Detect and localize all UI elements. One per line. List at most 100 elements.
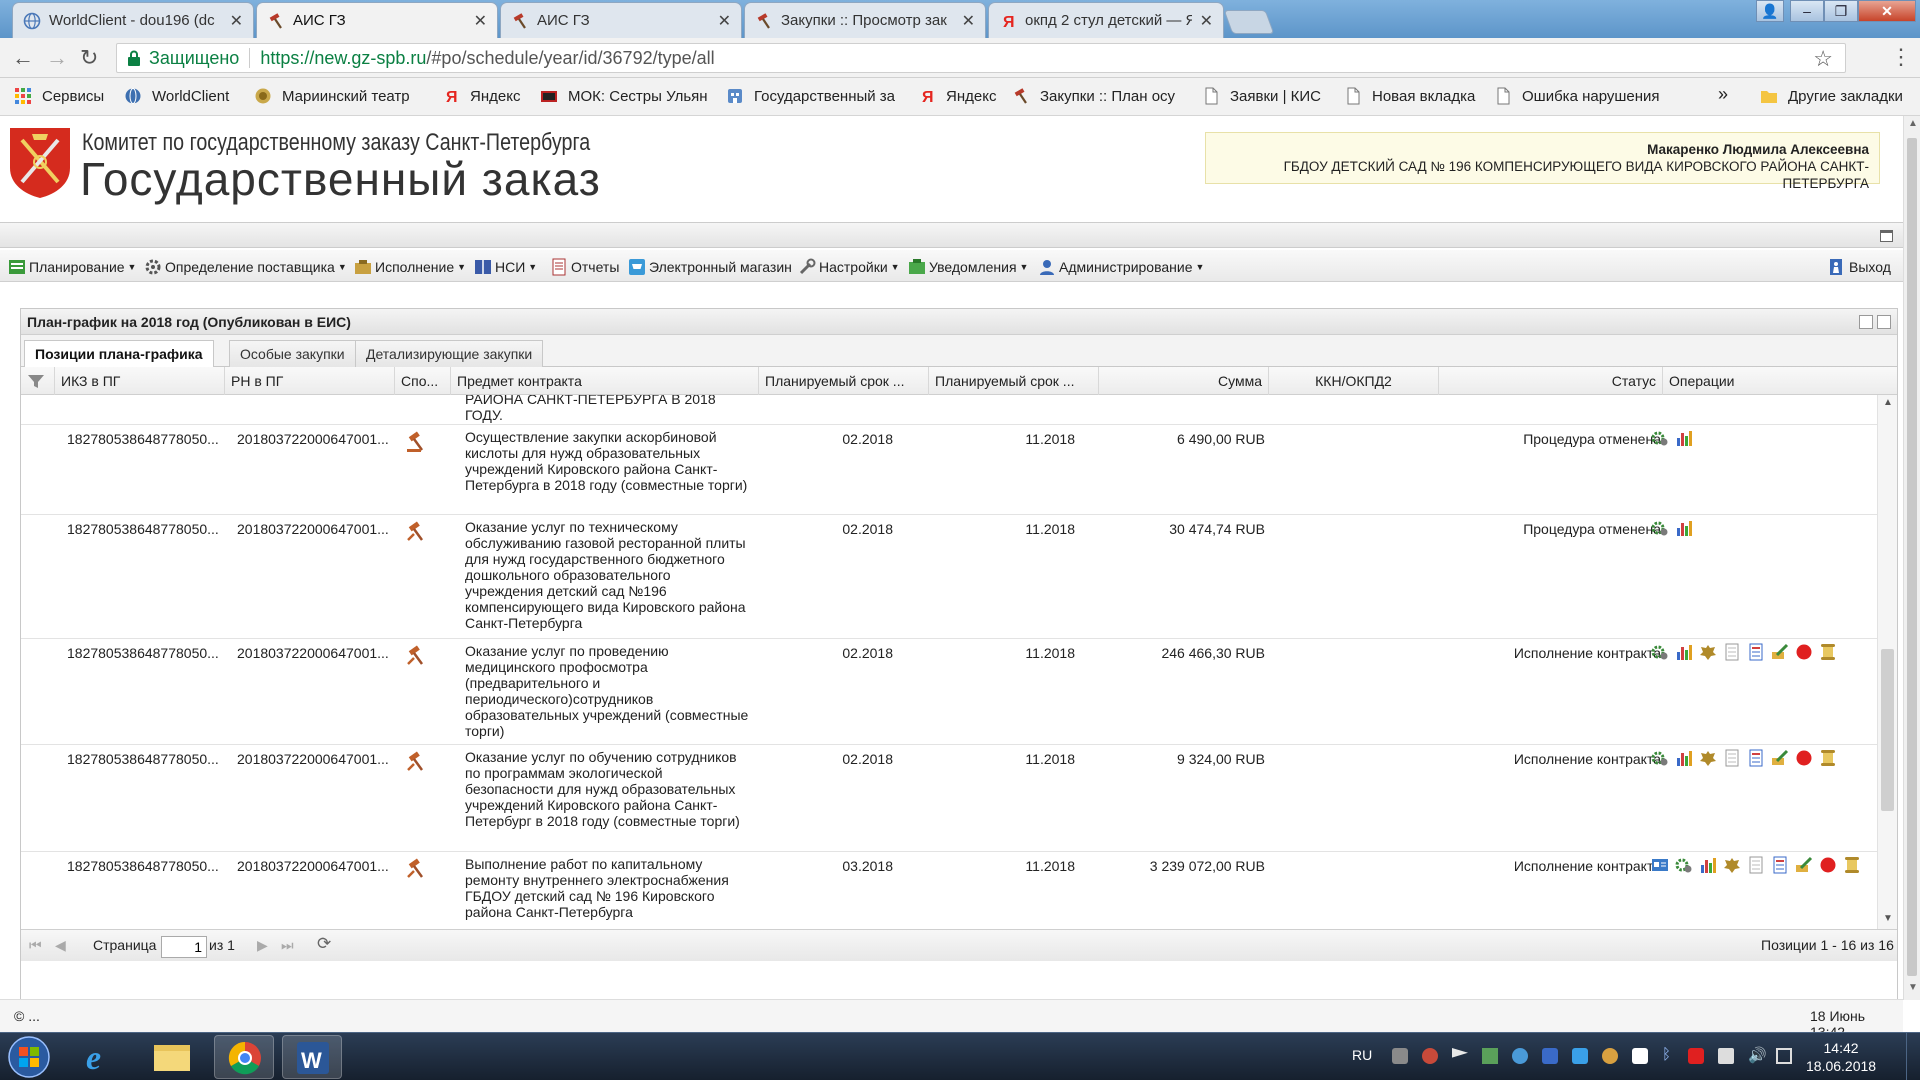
bar-chart-icon[interactable] bbox=[1675, 519, 1693, 537]
bookmark-mariinsky[interactable]: Мариинский театр bbox=[254, 87, 410, 105]
red-stop-icon[interactable] bbox=[1795, 643, 1813, 661]
tray-network-card-icon[interactable] bbox=[1482, 1048, 1498, 1064]
column-rn[interactable]: РН в ПГ bbox=[225, 367, 395, 395]
forward-arrow-icon[interactable]: → bbox=[46, 46, 68, 70]
browser-tab-ais-gz[interactable]: АИС ГЗ ✕ bbox=[500, 2, 742, 38]
tray-antivirus-icon[interactable] bbox=[1422, 1048, 1438, 1064]
taskbar-chrome[interactable] bbox=[214, 1035, 274, 1079]
menu-nsi[interactable]: НСИ ▼ bbox=[474, 258, 537, 276]
page-scrollbar-thumb[interactable] bbox=[1907, 138, 1917, 976]
url-input[interactable]: Защищено https://new.gz-spb.ru/#po/sched… bbox=[116, 43, 1846, 73]
settings-gears-icon[interactable] bbox=[1675, 856, 1693, 874]
bookmark-zakupki-plan[interactable]: Закупки :: План осу bbox=[1012, 87, 1175, 105]
panel-refresh-icon[interactable] bbox=[1877, 315, 1891, 329]
back-arrow-icon[interactable]: ← bbox=[12, 46, 34, 70]
close-tab-icon[interactable]: ✕ bbox=[474, 11, 487, 31]
bookmark-zayavki[interactable]: Заявки | КИС bbox=[1202, 87, 1321, 105]
eagle-emblem-icon[interactable] bbox=[1723, 856, 1741, 874]
next-page-icon[interactable]: ▶ bbox=[257, 937, 268, 954]
grid-scrollbar[interactable]: ▲ ▼ bbox=[1877, 395, 1897, 929]
menu-reports[interactable]: Отчеты bbox=[550, 258, 619, 276]
filter-column-header[interactable] bbox=[21, 367, 55, 395]
edit-pencil-icon[interactable] bbox=[1771, 643, 1789, 661]
report-document-icon[interactable] bbox=[1747, 643, 1765, 661]
report-document-icon[interactable] bbox=[1771, 856, 1789, 874]
prev-page-icon[interactable]: ◀ bbox=[55, 937, 66, 954]
browser-tab-yandex[interactable]: Я окпд 2 стул детский — Я ✕ bbox=[988, 2, 1224, 38]
edit-pencil-icon[interactable] bbox=[1771, 749, 1789, 767]
table-row[interactable]: 182780538648778050... 201803722000647001… bbox=[21, 425, 1877, 515]
scroll-up-icon[interactable]: ▲ bbox=[1883, 397, 1893, 408]
settings-gears-icon[interactable] bbox=[1651, 519, 1669, 537]
red-stop-icon[interactable] bbox=[1795, 749, 1813, 767]
bookmark-error[interactable]: Ошибка нарушения bbox=[1494, 87, 1660, 105]
close-window-icon[interactable]: ✕ bbox=[1858, 0, 1916, 22]
taskbar-explorer[interactable] bbox=[142, 1035, 202, 1079]
panel-collapse-icon[interactable] bbox=[1859, 315, 1873, 329]
tab-detailed-purchases[interactable]: Детализирующие закупки bbox=[355, 340, 544, 367]
eagle-emblem-icon[interactable] bbox=[1699, 749, 1717, 767]
tray-shield-icon[interactable] bbox=[1542, 1048, 1558, 1064]
column-status[interactable]: Статус bbox=[1439, 367, 1663, 395]
menu-exit[interactable]: Выход bbox=[1828, 258, 1891, 276]
column-plan-start[interactable]: Планируемый срок ... bbox=[759, 367, 929, 395]
document-icon[interactable] bbox=[1723, 643, 1741, 661]
tab-special-purchases[interactable]: Особые закупки bbox=[229, 340, 356, 367]
column-subject[interactable]: Предмет контракта bbox=[451, 367, 759, 395]
table-row[interactable]: 182780538648778050... 201803722000647001… bbox=[21, 745, 1877, 852]
new-tab-button[interactable] bbox=[1223, 10, 1275, 34]
red-stop-icon[interactable] bbox=[1819, 856, 1837, 874]
menu-planning[interactable]: Планирование ▼ bbox=[8, 258, 136, 276]
scroll-document-icon[interactable] bbox=[1843, 856, 1861, 874]
browser-menu-icon[interactable]: ⋮ bbox=[1890, 44, 1912, 70]
bar-chart-icon[interactable] bbox=[1699, 856, 1717, 874]
bookmark-star-icon[interactable]: ☆ bbox=[1813, 46, 1833, 72]
bookmarks-overflow-button[interactable]: » bbox=[1718, 84, 1728, 105]
menu-supplier[interactable]: Определение поставщика ▼ bbox=[144, 258, 347, 276]
action-center-flag-icon[interactable] bbox=[1452, 1048, 1468, 1058]
browser-tab-zakupki[interactable]: Закупки :: Просмотр зак ✕ bbox=[744, 2, 986, 38]
bookmark-mok[interactable]: МОК: Сестры Ульян bbox=[540, 87, 708, 105]
scroll-down-icon[interactable]: ▼ bbox=[1908, 982, 1918, 993]
bookmark-goszakaz[interactable]: Государственный за bbox=[726, 87, 895, 105]
scroll-down-icon[interactable]: ▼ bbox=[1883, 913, 1893, 924]
taskbar-internet-explorer[interactable]: e bbox=[70, 1035, 130, 1079]
column-method[interactable]: Спо... bbox=[395, 367, 451, 395]
keyboard-language[interactable]: RU bbox=[1352, 1047, 1372, 1063]
tray-monitor-icon[interactable] bbox=[1572, 1048, 1588, 1064]
column-kkn[interactable]: ККН/ОКПД2 bbox=[1269, 367, 1439, 395]
eagle-emblem-icon[interactable] bbox=[1699, 643, 1717, 661]
grid-scrollbar-thumb[interactable] bbox=[1881, 649, 1894, 811]
bookmark-worldclient[interactable]: WorldClient bbox=[124, 87, 229, 105]
contract-card-icon[interactable] bbox=[1651, 856, 1669, 874]
scroll-document-icon[interactable] bbox=[1819, 643, 1837, 661]
table-row-partial[interactable]: РАЙОНА САНКТ-ПЕТЕРБУРГА В 2018 ГОДУ. bbox=[21, 395, 1877, 425]
last-page-icon[interactable]: ⏭ bbox=[281, 937, 294, 954]
first-page-icon[interactable]: ⏮ bbox=[29, 937, 42, 954]
column-plan-end[interactable]: Планируемый срок ... bbox=[929, 367, 1099, 395]
close-tab-icon[interactable]: ✕ bbox=[718, 11, 731, 31]
settings-gears-icon[interactable] bbox=[1651, 643, 1669, 661]
tray-sync-icon[interactable] bbox=[1512, 1048, 1528, 1064]
column-sum[interactable]: Сумма bbox=[1099, 367, 1269, 395]
tray-device-icon[interactable] bbox=[1718, 1048, 1734, 1064]
close-tab-icon[interactable]: ✕ bbox=[962, 11, 975, 31]
other-bookmarks[interactable]: Другие закладки bbox=[1760, 87, 1903, 105]
network-icon[interactable] bbox=[1776, 1048, 1792, 1064]
bar-chart-icon[interactable] bbox=[1675, 749, 1693, 767]
windows-start-icon[interactable] bbox=[6, 1035, 52, 1079]
bar-chart-icon[interactable] bbox=[1675, 643, 1693, 661]
browser-tab-ais-gz-active[interactable]: АИС ГЗ ✕ bbox=[256, 2, 498, 38]
bookmark-new-tab[interactable]: Новая вкладка bbox=[1344, 87, 1475, 105]
settings-gears-icon[interactable] bbox=[1651, 429, 1669, 447]
volume-icon[interactable]: 🔊 bbox=[1748, 1046, 1767, 1064]
bar-chart-icon[interactable] bbox=[1675, 429, 1693, 447]
tray-disk-icon[interactable] bbox=[1602, 1048, 1618, 1064]
menu-admin[interactable]: Администрирование ▼ bbox=[1038, 258, 1204, 276]
settings-gears-icon[interactable] bbox=[1651, 749, 1669, 767]
tab-schedule-positions[interactable]: Позиции плана-графика bbox=[24, 340, 214, 368]
bookmark-yandex-1[interactable]: Я Яндекс bbox=[442, 87, 520, 106]
scroll-document-icon[interactable] bbox=[1819, 749, 1837, 767]
menu-execution[interactable]: Исполнение ▼ bbox=[354, 258, 466, 276]
menu-settings[interactable]: Настройки ▼ bbox=[798, 258, 900, 276]
